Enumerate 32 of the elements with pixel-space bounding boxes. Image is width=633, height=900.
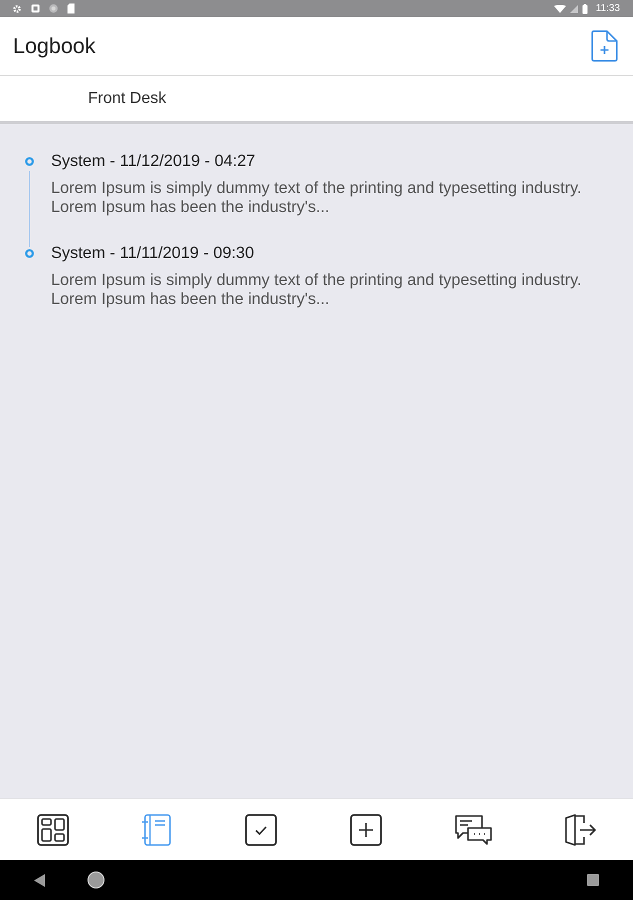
page-title: Logbook [13, 33, 96, 59]
dashboard-icon [37, 814, 69, 846]
logout-button[interactable] [564, 814, 596, 846]
timeline-dot-icon [25, 157, 34, 166]
entry-title: System - 11/11/2019 - 09:30 [51, 243, 256, 263]
dashboard-button[interactable] [37, 814, 69, 846]
new-entry-button[interactable] [590, 30, 619, 62]
entry-text: Lorem Ipsum is simply dummy text of the printing and typesetting industry. Lorem Ipsum has been the industry's... [51, 271, 583, 309]
checkbox-icon [245, 814, 278, 846]
sd-card-icon [67, 3, 75, 14]
notebook-icon [141, 814, 174, 846]
home-icon[interactable] [87, 871, 105, 889]
file-plus-icon [590, 30, 619, 62]
back-icon[interactable] [34, 874, 45, 886]
chat-bubbles-icon [454, 814, 492, 846]
timeline-dot-icon [25, 249, 34, 258]
messages-button[interactable] [454, 814, 492, 846]
clock-time: 11:33 [596, 2, 620, 14]
battery-icon [582, 4, 588, 14]
logbook-button[interactable] [141, 814, 174, 846]
entry-title: System - 11/12/2019 - 04:27 [51, 151, 256, 171]
entry-text: Lorem Ipsum is simply dummy text of the printing and typesetting industry. Lorem Ipsum has been the industry's... [51, 179, 583, 217]
add-button[interactable] [350, 814, 382, 846]
wifi-icon [554, 4, 566, 12]
signal-icon [570, 4, 578, 12]
plus-square-icon [350, 814, 382, 846]
circle-icon [49, 4, 58, 13]
square-icon [31, 4, 40, 13]
tasks-button[interactable] [245, 814, 278, 846]
gear-icon [12, 4, 22, 14]
door-exit-icon [564, 814, 596, 846]
location-label: Front Desk [88, 88, 166, 108]
